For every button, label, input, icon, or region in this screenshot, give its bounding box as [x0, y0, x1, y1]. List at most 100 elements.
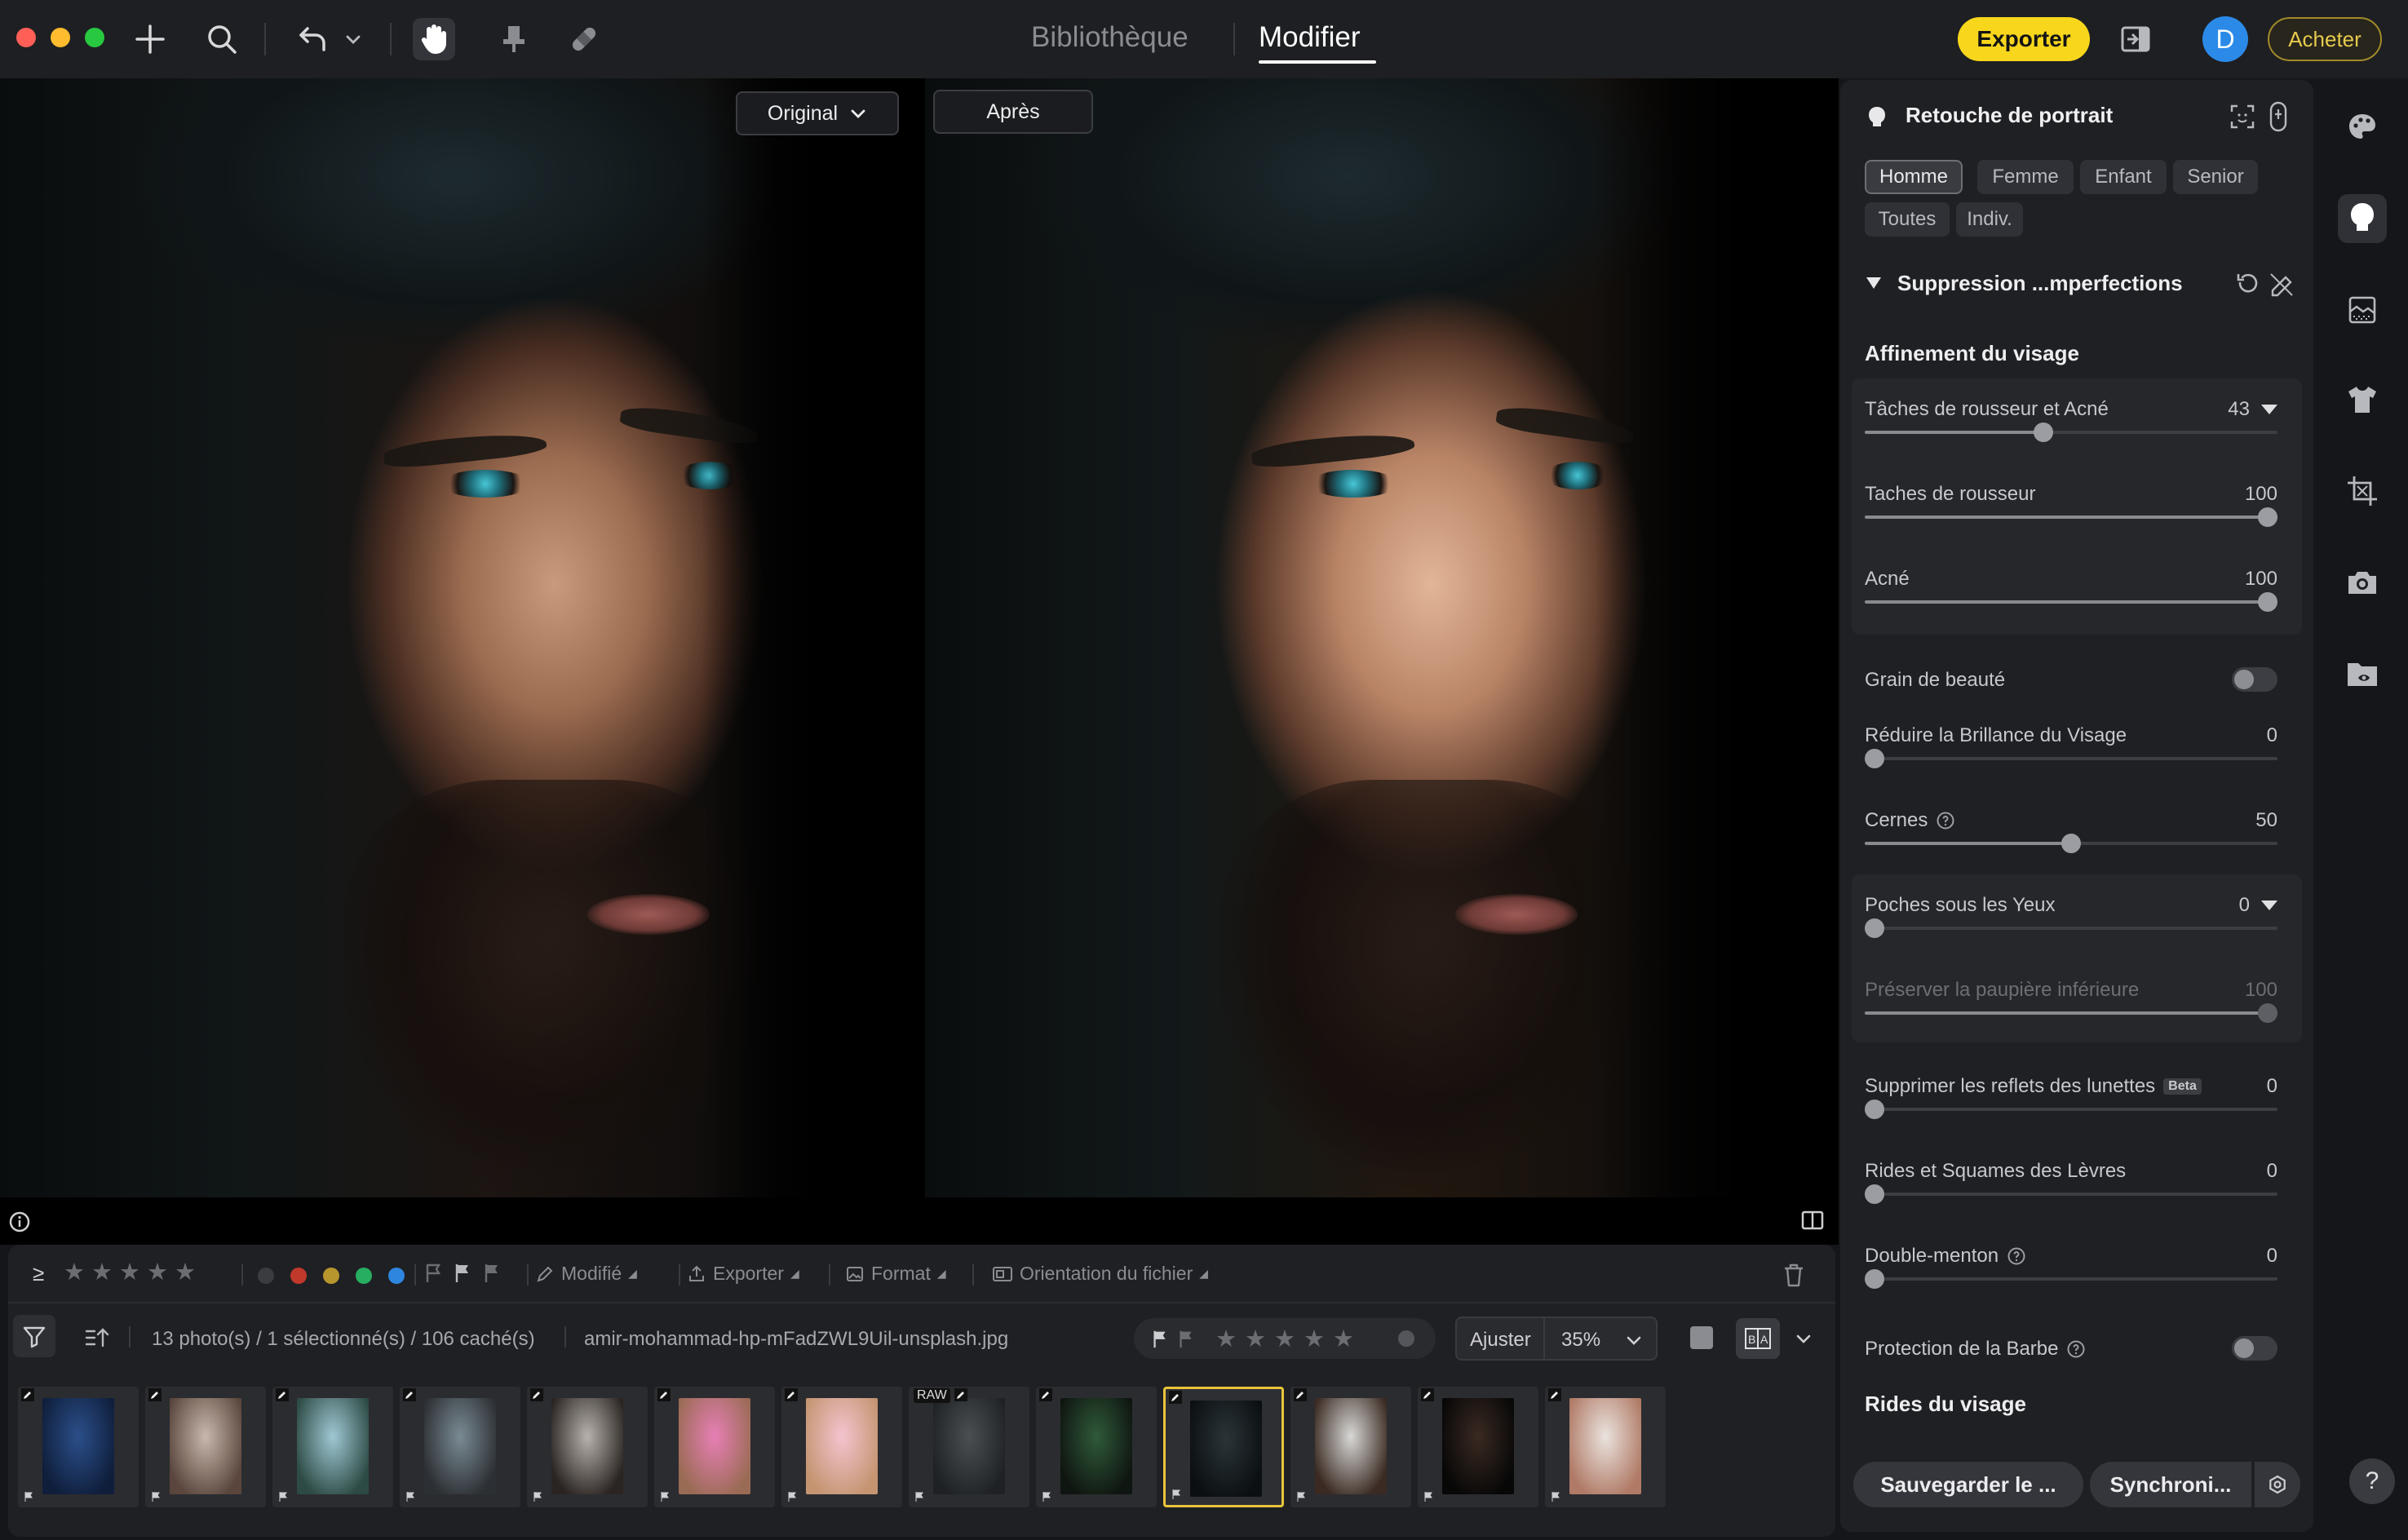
- flag-filled-icon[interactable]: [1150, 1328, 1171, 1349]
- slider-value[interactable]: 43: [2228, 398, 2250, 421]
- preset-chip[interactable]: Senior: [2173, 160, 2258, 194]
- buy-button[interactable]: Acheter: [2268, 17, 2382, 61]
- preset-chip[interactable]: Toutes: [1865, 202, 1950, 237]
- star-icon[interactable]: ★: [175, 1258, 196, 1286]
- thumbnail[interactable]: [527, 1387, 648, 1507]
- chevron-down-icon[interactable]: [1625, 1331, 1643, 1349]
- thumbnail[interactable]: [1163, 1387, 1284, 1507]
- slider-knob[interactable]: [2258, 1003, 2277, 1023]
- slider-track[interactable]: [1865, 1100, 2277, 1119]
- single-view-icon[interactable]: [1690, 1326, 1713, 1349]
- minimize-window-button[interactable]: [51, 28, 70, 47]
- help-button[interactable]: ?: [2349, 1458, 2395, 1504]
- toggle-switch[interactable]: [2232, 1336, 2277, 1361]
- slider-track[interactable]: [1865, 423, 2277, 442]
- color-label-dot[interactable]: [1398, 1330, 1414, 1347]
- section-title-blemish[interactable]: Suppression ...mperfections: [1897, 271, 2183, 296]
- slider-track[interactable]: [1865, 592, 2277, 612]
- star-icon[interactable]: ★: [147, 1258, 168, 1286]
- slider-knob[interactable]: [2061, 834, 2081, 853]
- slider-knob[interactable]: [1865, 1184, 1884, 1204]
- star-icon[interactable]: ★: [1274, 1325, 1295, 1353]
- texture-icon[interactable]: [2338, 285, 2387, 334]
- slider-value[interactable]: 0: [2267, 1075, 2277, 1098]
- preset-chip[interactable]: Femme: [1977, 160, 2074, 194]
- orientation-filter[interactable]: Orientation du fichier ◢: [992, 1263, 1208, 1285]
- zoom-value[interactable]: 35%: [1561, 1329, 1600, 1352]
- compare-split-icon[interactable]: [1799, 1207, 1826, 1233]
- thumbnail[interactable]: [18, 1387, 139, 1507]
- help-circle-icon[interactable]: [1936, 811, 1955, 830]
- thumbnail[interactable]: [1418, 1387, 1538, 1507]
- color-label-dot[interactable]: [323, 1268, 339, 1284]
- thumbnail[interactable]: [781, 1387, 902, 1507]
- body-icon[interactable]: [2266, 101, 2291, 132]
- slider-track[interactable]: [1865, 1003, 2277, 1023]
- reset-icon[interactable]: [2233, 269, 2261, 297]
- trash-icon[interactable]: [1780, 1261, 1808, 1289]
- thumbnail[interactable]: [654, 1387, 775, 1507]
- account-avatar[interactable]: D: [2202, 16, 2248, 62]
- before-after-view-icon[interactable]: BA: [1736, 1318, 1780, 1359]
- thumbnail[interactable]: RAW: [909, 1387, 1029, 1507]
- info-icon[interactable]: [8, 1210, 31, 1233]
- flag-rejected-icon[interactable]: [1176, 1328, 1197, 1349]
- toggle-switch[interactable]: [2232, 667, 2277, 692]
- expand-caret-icon[interactable]: [2261, 901, 2277, 910]
- star-icon[interactable]: ★: [1333, 1325, 1354, 1353]
- slider-track[interactable]: [1865, 834, 2277, 853]
- slider-knob[interactable]: [1865, 1100, 1884, 1119]
- slider-knob[interactable]: [1865, 1269, 1884, 1289]
- thumbnail[interactable]: [272, 1387, 393, 1507]
- slider-value[interactable]: 0: [2239, 894, 2250, 917]
- star-icon[interactable]: ★: [91, 1258, 113, 1286]
- modified-filter[interactable]: Modifié ◢: [535, 1263, 637, 1285]
- slider-knob[interactable]: [1865, 918, 1884, 938]
- color-label-dot[interactable]: [356, 1268, 372, 1284]
- slider-value[interactable]: 0: [2267, 1245, 2277, 1268]
- stamp-icon[interactable]: [493, 18, 535, 60]
- photo-canvas[interactable]: Original Après: [0, 78, 1839, 1245]
- slider-track[interactable]: [1865, 1269, 2277, 1289]
- expand-caret-icon[interactable]: [2261, 405, 2277, 414]
- chevron-down-icon[interactable]: [1795, 1330, 1813, 1348]
- filter-icon[interactable]: [13, 1315, 55, 1357]
- format-filter[interactable]: Format ◢: [845, 1263, 946, 1285]
- star-icon[interactable]: ★: [1245, 1325, 1266, 1353]
- rating-operator-icon[interactable]: ≥: [33, 1261, 44, 1286]
- slider-track[interactable]: [1865, 918, 2277, 938]
- slider-track[interactable]: [1865, 749, 2277, 768]
- tab-library[interactable]: Bibliothèque: [1031, 21, 1189, 54]
- add-icon[interactable]: [129, 18, 171, 60]
- flag-rejected-icon[interactable]: [481, 1261, 504, 1284]
- tab-edit[interactable]: Modifier: [1259, 21, 1360, 54]
- folder-eye-icon[interactable]: [2338, 649, 2387, 698]
- slider-track[interactable]: [1865, 507, 2277, 527]
- help-circle-icon[interactable]: [2066, 1339, 2086, 1359]
- save-preset-button[interactable]: Sauvegarder le ...: [1853, 1462, 2083, 1507]
- sync-settings-gear-icon[interactable]: [2255, 1462, 2300, 1507]
- slider-value[interactable]: 0: [2267, 1160, 2277, 1183]
- rating-filter[interactable]: ★ ★ ★ ★ ★: [64, 1258, 196, 1286]
- star-icon[interactable]: ★: [64, 1258, 85, 1286]
- star-icon[interactable]: ★: [119, 1258, 140, 1286]
- sidebar-toggle-icon[interactable]: [2114, 18, 2157, 60]
- slider-value[interactable]: 100: [2245, 979, 2277, 1002]
- bandage-icon[interactable]: [563, 18, 605, 60]
- star-icon[interactable]: ★: [1215, 1325, 1237, 1353]
- help-circle-icon[interactable]: [2007, 1246, 2026, 1266]
- thumbnail[interactable]: [1545, 1387, 1666, 1507]
- export-filter[interactable]: Exporter ◢: [687, 1263, 799, 1285]
- eraser-icon[interactable]: [2268, 269, 2295, 297]
- thumbnail[interactable]: [1036, 1387, 1157, 1507]
- slider-value[interactable]: 100: [2245, 483, 2277, 506]
- collapse-triangle-icon[interactable]: [1865, 276, 1883, 290]
- palette-icon[interactable]: [2338, 103, 2387, 152]
- slider-knob[interactable]: [2034, 423, 2054, 442]
- slider-track[interactable]: [1865, 1184, 2277, 1204]
- preset-chip[interactable]: Indiv.: [1956, 202, 2023, 237]
- zoom-window-button[interactable]: [85, 28, 104, 47]
- zoom-control[interactable]: Ajuster 35%: [1455, 1317, 1658, 1361]
- export-button[interactable]: Exporter: [1958, 17, 2090, 61]
- color-label-dot[interactable]: [388, 1268, 405, 1284]
